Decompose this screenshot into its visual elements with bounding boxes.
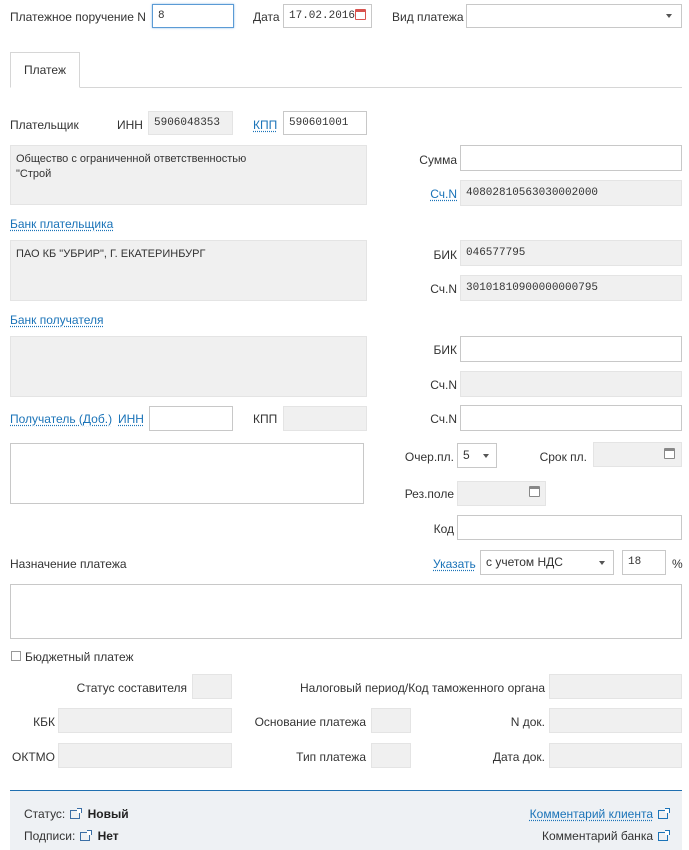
payer-bank-name-field: ПАО КБ "УБРИР", Г. ЕКАТЕРИНБУРГ	[10, 240, 367, 301]
external-link-icon[interactable]	[658, 830, 670, 842]
payer-account-field: 40802810563030002000	[460, 180, 682, 206]
payer-inn-field: 5906048353	[148, 111, 233, 135]
chevron-down-icon[interactable]	[666, 14, 672, 18]
payer-bank-account-field: 30101810900000000795	[460, 275, 682, 301]
recipient-inn-input[interactable]	[149, 406, 233, 431]
recipient-account-input[interactable]	[460, 405, 682, 431]
tax-period-label: Налоговый период/Код таможенного органа	[299, 681, 545, 695]
recipient-bik-input[interactable]	[460, 336, 682, 362]
recipient-bank-link[interactable]: Банк получателя	[10, 312, 103, 328]
queue-label: Очер.пл.	[404, 450, 454, 464]
date-label: Дата	[253, 10, 280, 24]
recipient-inn-link[interactable]: ИНН	[118, 411, 144, 427]
oktmo-label: ОКТМО	[12, 750, 55, 764]
budget-payment-label: Бюджетный платеж	[25, 650, 134, 664]
tax-period-field	[549, 674, 682, 699]
term-label: Срок пл.	[539, 450, 587, 464]
external-link-icon[interactable]	[80, 830, 93, 842]
bank-comment-label: Комментарий банка	[542, 829, 653, 843]
status-composer-field	[192, 674, 232, 699]
tab-label: Платеж	[24, 63, 66, 77]
payer-bik-label: БИК	[433, 248, 458, 262]
recipient-link[interactable]: Получатель (Доб.)	[10, 411, 112, 427]
status-composer-label: Статус составителя	[76, 681, 187, 695]
bank-comment-row[interactable]: Комментарий банка	[542, 828, 670, 844]
vat-mode-select[interactable]: с учетом НДС	[480, 550, 614, 575]
budget-payment-checkbox[interactable]	[11, 651, 21, 661]
signatures-label: Подписи:	[24, 829, 76, 843]
date-value: 17.02.2016	[289, 10, 356, 22]
payer-kpp-link[interactable]: КПП	[253, 117, 277, 133]
recipient-account-label: Сч.N	[430, 412, 457, 426]
payer-label: Плательщик	[10, 118, 79, 132]
signatures-row: Подписи: Нет	[24, 828, 119, 844]
recipient-kpp-label: КПП	[253, 412, 278, 426]
doc-date-field	[549, 743, 682, 768]
doc-number-field	[549, 708, 682, 733]
status-label: Статус:	[24, 807, 66, 821]
payment-order-number-input[interactable]: 8	[152, 4, 234, 28]
doc-number-label: N док.	[510, 715, 545, 729]
recipient-bik-label: БИК	[433, 343, 458, 357]
purpose-label: Назначение платежа	[10, 557, 127, 571]
client-comment-row[interactable]: Комментарий клиента	[530, 806, 670, 822]
recipient-bank-name-field	[10, 336, 367, 397]
queue-select[interactable]: 5	[457, 443, 497, 468]
tab-payment[interactable]: Платеж	[10, 52, 80, 88]
vat-rate-input[interactable]: 18	[622, 550, 666, 575]
payer-kpp-input[interactable]: 590601001	[283, 111, 367, 135]
payer-bank-link[interactable]: Банк плательщика	[10, 216, 113, 232]
recipient-name-input[interactable]	[10, 443, 364, 504]
payment-type-code-label: Тип платежа	[296, 750, 366, 764]
recipient-bank-account-label: Сч.N	[430, 378, 457, 392]
purpose-textarea[interactable]	[10, 584, 682, 639]
calendar-icon[interactable]	[664, 448, 675, 459]
payer-bank-account-label: Сч.N	[430, 282, 457, 296]
payer-name-field: Общество с ограниченной ответственностью…	[10, 145, 367, 205]
signatures-value: Нет	[97, 829, 119, 843]
amount-input[interactable]	[460, 145, 682, 171]
calendar-icon[interactable]	[529, 486, 540, 497]
percent-sign: %	[672, 557, 683, 571]
chevron-down-icon[interactable]	[599, 561, 605, 565]
external-link-icon[interactable]	[70, 808, 83, 820]
kbk-field	[58, 708, 232, 733]
specify-link[interactable]: Указать	[433, 556, 476, 572]
payer-bik-field: 046577795	[460, 240, 682, 266]
code-input[interactable]	[457, 515, 682, 540]
kbk-label: КБК	[33, 715, 55, 729]
document-footer: Статус: Новый Подписи: Нет Комментарий к…	[10, 790, 682, 850]
payment-order-label: Платежное поручение N	[10, 10, 146, 24]
code-label: Код	[433, 522, 454, 536]
payment-type-select[interactable]	[466, 4, 682, 28]
tab-bar-divider	[10, 87, 682, 88]
doc-date-label: Дата док.	[492, 750, 545, 764]
reserve-label: Рез.поле	[404, 487, 454, 501]
recipient-bank-account-field	[460, 371, 682, 397]
chevron-down-icon[interactable]	[483, 454, 489, 458]
external-link-icon[interactable]	[658, 808, 670, 820]
payment-type-label: Вид платежа	[392, 10, 464, 24]
payer-inn-label: ИНН	[117, 118, 143, 132]
payer-account-link[interactable]: Сч.N	[400, 186, 457, 202]
amount-label: Сумма	[419, 153, 457, 167]
status-row: Статус: Новый	[24, 806, 129, 822]
payment-type-code-field	[371, 743, 411, 768]
status-value: Новый	[87, 807, 129, 821]
payment-basis-field	[371, 708, 411, 733]
payment-basis-label: Основание платежа	[254, 715, 366, 729]
client-comment-link[interactable]: Комментарий клиента	[530, 807, 653, 821]
oktmo-field	[58, 743, 232, 768]
calendar-icon[interactable]	[355, 9, 366, 20]
recipient-kpp-field	[283, 406, 367, 431]
